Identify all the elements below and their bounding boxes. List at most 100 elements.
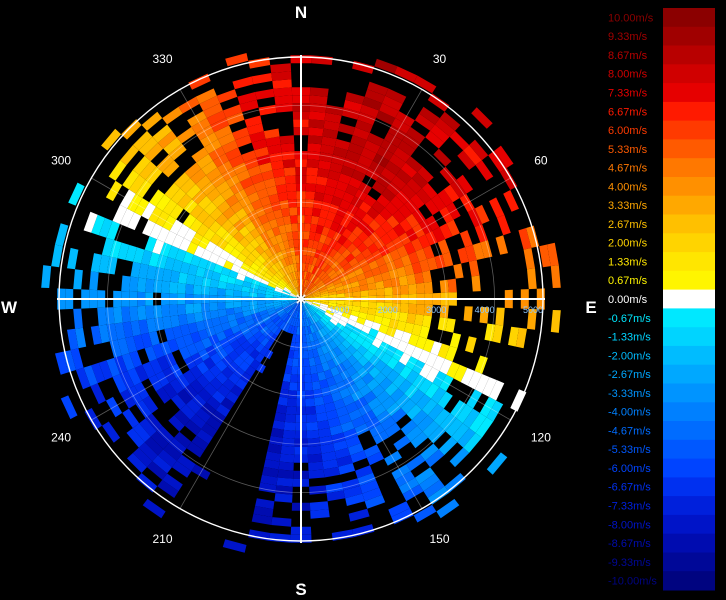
colorbar-swatch bbox=[663, 101, 715, 122]
velocity-cell bbox=[309, 95, 328, 105]
colorbar-label: -10.00m/s bbox=[608, 576, 657, 588]
velocity-cell bbox=[309, 103, 327, 113]
range-tick-label: 2000 bbox=[378, 305, 398, 315]
velocity-cell bbox=[416, 282, 425, 294]
colorbar-swatch bbox=[663, 439, 715, 460]
velocity-cell bbox=[307, 437, 321, 447]
velocity-cell bbox=[225, 302, 234, 309]
velocity-cell bbox=[314, 396, 325, 407]
velocity-cell bbox=[406, 313, 416, 325]
velocity-cell bbox=[233, 301, 242, 308]
angle-tick-label: 60 bbox=[534, 154, 548, 168]
velocity-cell bbox=[177, 304, 186, 316]
colorbar-swatch bbox=[663, 26, 715, 47]
angle-tick-label: 120 bbox=[531, 431, 551, 445]
velocity-cell bbox=[307, 135, 323, 145]
velocity-cell bbox=[284, 175, 296, 184]
colorbar-label: -4.00m/s bbox=[608, 407, 651, 419]
colorbar-label: 4.00m/s bbox=[608, 181, 648, 193]
velocity-cell bbox=[306, 421, 319, 431]
colorbar-swatch bbox=[663, 45, 715, 65]
velocity-cell bbox=[274, 95, 293, 105]
range-tick-label: 5000 bbox=[523, 305, 543, 315]
velocity-cell bbox=[193, 284, 202, 295]
colorbar-swatch bbox=[663, 83, 715, 103]
velocity-cell bbox=[186, 313, 196, 325]
velocity-cell bbox=[193, 303, 202, 314]
colorbar-label: 0.67m/s bbox=[608, 275, 648, 287]
velocity-cell bbox=[308, 469, 325, 479]
colorbar-swatch bbox=[663, 552, 715, 572]
colorbar-label: 0.00m/s bbox=[608, 294, 648, 306]
velocity-cell bbox=[306, 167, 319, 177]
velocity-cell bbox=[307, 453, 323, 463]
colorbar-label: -1.33m/s bbox=[608, 332, 651, 344]
angle-tick-label: 300 bbox=[51, 154, 71, 168]
velocity-cell bbox=[314, 191, 325, 202]
velocity-cell bbox=[360, 301, 369, 308]
velocity-cell bbox=[291, 366, 298, 375]
colorbar-swatch bbox=[663, 64, 715, 84]
velocity-cell bbox=[169, 281, 179, 294]
velocity-cell bbox=[416, 304, 425, 316]
velocity-cell bbox=[145, 305, 155, 320]
velocity-cell bbox=[305, 183, 317, 192]
velocity-cell bbox=[284, 414, 296, 423]
velocity-cell bbox=[303, 231, 310, 240]
velocity-cell bbox=[285, 183, 297, 192]
velocity-cell bbox=[275, 184, 287, 194]
velocity-cell bbox=[289, 382, 298, 391]
velocity-cell bbox=[287, 199, 297, 208]
colorbar-swatch bbox=[663, 158, 715, 178]
velocity-cell bbox=[305, 191, 316, 200]
colorbar-label: 2.00m/s bbox=[608, 238, 648, 250]
velocity-cell bbox=[274, 493, 293, 503]
velocity-cell bbox=[105, 307, 115, 325]
velocity-cell bbox=[209, 302, 218, 311]
velocity-cell bbox=[217, 288, 226, 296]
colorbar-label: -5.33m/s bbox=[608, 444, 651, 456]
colorbar-label: -3.33m/s bbox=[608, 388, 651, 400]
compass-south: S bbox=[295, 580, 306, 599]
velocity-cell bbox=[408, 283, 417, 295]
velocity-cell bbox=[277, 469, 294, 479]
velocity-cell bbox=[308, 461, 324, 471]
velocity-cell bbox=[193, 312, 204, 323]
colorbar-label: 7.33m/s bbox=[608, 88, 648, 100]
velocity-cell bbox=[315, 404, 327, 414]
velocity-cell bbox=[121, 306, 131, 323]
radar-velocity-chart: 30 60 120 150 210 240 300 330 1000 2000 3000 4000 5… bbox=[0, 0, 726, 600]
velocity-cell bbox=[408, 303, 417, 315]
velocity-cell bbox=[309, 87, 329, 97]
colorbar-swatch bbox=[663, 139, 715, 159]
velocity-cell bbox=[283, 167, 296, 177]
colorbar-swatch bbox=[663, 571, 715, 591]
velocity-cell bbox=[307, 151, 321, 161]
velocity-cell bbox=[368, 289, 377, 296]
velocity-cell bbox=[423, 281, 433, 294]
velocity-cell bbox=[307, 445, 322, 455]
colorbar-label: -8.67m/s bbox=[608, 538, 651, 550]
velocity-cell bbox=[305, 398, 316, 407]
compass-east: E bbox=[585, 298, 596, 317]
velocity-cell bbox=[285, 406, 297, 415]
velocity-cell bbox=[400, 303, 409, 314]
colorbar-label: 3.33m/s bbox=[608, 200, 648, 212]
velocity-cell bbox=[305, 406, 317, 415]
velocity-cell bbox=[280, 143, 295, 153]
velocity-cell bbox=[368, 302, 377, 309]
velocity-cell bbox=[225, 289, 234, 296]
colorbar-label: -4.67m/s bbox=[608, 425, 651, 437]
colorbar-swatch bbox=[663, 252, 715, 272]
velocity-cell bbox=[289, 207, 298, 216]
velocity-cell bbox=[306, 414, 318, 423]
colorbar-label: -0.67m/s bbox=[608, 313, 651, 325]
colorbar-label: -2.67m/s bbox=[608, 369, 651, 381]
velocity-cell bbox=[153, 305, 163, 319]
velocity-cell bbox=[304, 223, 311, 232]
colorbar-swatch bbox=[663, 195, 715, 215]
colorbar-label: 6.00m/s bbox=[608, 125, 648, 137]
range-tick-label: 4000 bbox=[475, 305, 495, 315]
velocity-cell bbox=[276, 477, 294, 487]
velocity-cell bbox=[153, 279, 163, 293]
